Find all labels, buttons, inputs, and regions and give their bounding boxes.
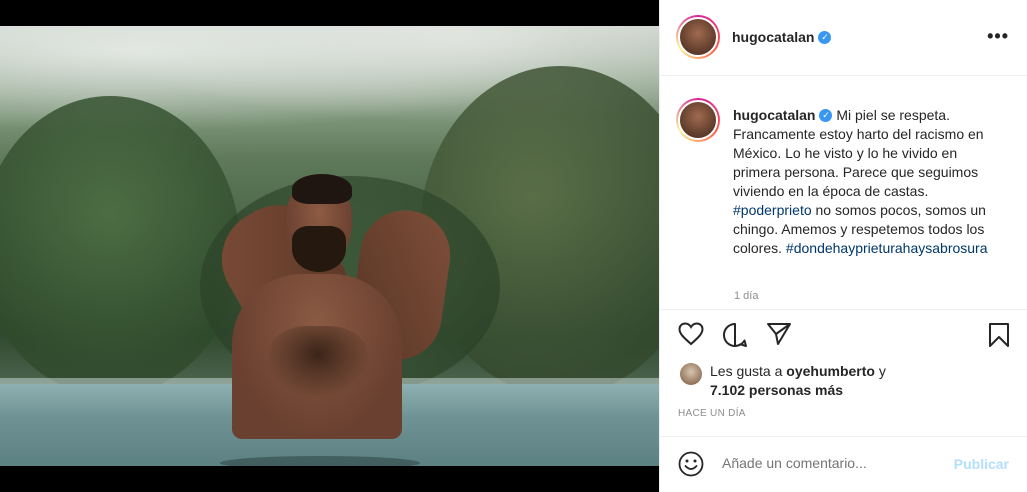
photo-person-hair	[292, 174, 352, 204]
comment-bar: Publicar	[660, 436, 1027, 492]
photo-water-ripple	[220, 456, 420, 466]
comment-icon[interactable]	[722, 322, 748, 353]
bookmark-icon[interactable]	[988, 322, 1010, 353]
caption-text: hugocatalan ✓ Mi piel se respeta. Francam…	[733, 106, 1008, 258]
likes-others-link[interactable]: 7.102 personas más	[710, 382, 843, 398]
post-media-area	[0, 0, 659, 492]
heart-icon[interactable]	[678, 322, 704, 351]
more-options-icon[interactable]: •••	[987, 26, 1009, 47]
author-username-header[interactable]: hugocatalan ✓	[732, 29, 832, 45]
comment-input[interactable]	[722, 455, 942, 471]
likes-text: Les gusta a oyehumberto y 7.102 personas…	[710, 362, 1010, 400]
post-timestamp[interactable]: HACE UN DÍA	[678, 408, 746, 419]
post-header: hugocatalan ✓ •••	[660, 0, 1027, 76]
share-icon[interactable]	[766, 322, 792, 351]
post-photo[interactable]	[0, 26, 659, 466]
liker-avatar[interactable]	[680, 363, 702, 385]
likes-connector: y	[878, 363, 886, 379]
hashtag-link-poderprieto[interactable]: #poderprieto	[733, 202, 812, 218]
caption-author-avatar[interactable]	[676, 98, 720, 142]
author-avatar[interactable]	[676, 15, 720, 59]
post-caption-section: hugocatalan ✓ Mi piel se respeta. Francam…	[660, 76, 1027, 310]
likes-prefix: Les gusta a	[710, 363, 783, 379]
caption-timestamp[interactable]: 1 día	[734, 290, 758, 302]
post-actions-bar	[660, 312, 1027, 358]
photo-person-beard	[292, 226, 346, 272]
likes-summary: Les gusta a oyehumberto y 7.102 personas…	[660, 358, 1027, 402]
verified-badge-icon: ✓	[819, 108, 833, 122]
hashtag-link-dondehayprieturahaysabrosura[interactable]: #dondehayprieturahaysabrosura	[786, 240, 988, 256]
emoji-icon[interactable]	[678, 451, 704, 482]
liker-username[interactable]: oyehumberto	[786, 363, 875, 379]
publish-button[interactable]: Publicar	[954, 456, 1009, 472]
post-side-panel: hugocatalan ✓ ••• hugocatalan ✓ Mi piel se…	[659, 0, 1027, 492]
photo-person-chest	[268, 326, 368, 396]
verified-badge-icon: ✓	[818, 30, 832, 44]
caption-username[interactable]: hugocatalan	[733, 107, 815, 123]
